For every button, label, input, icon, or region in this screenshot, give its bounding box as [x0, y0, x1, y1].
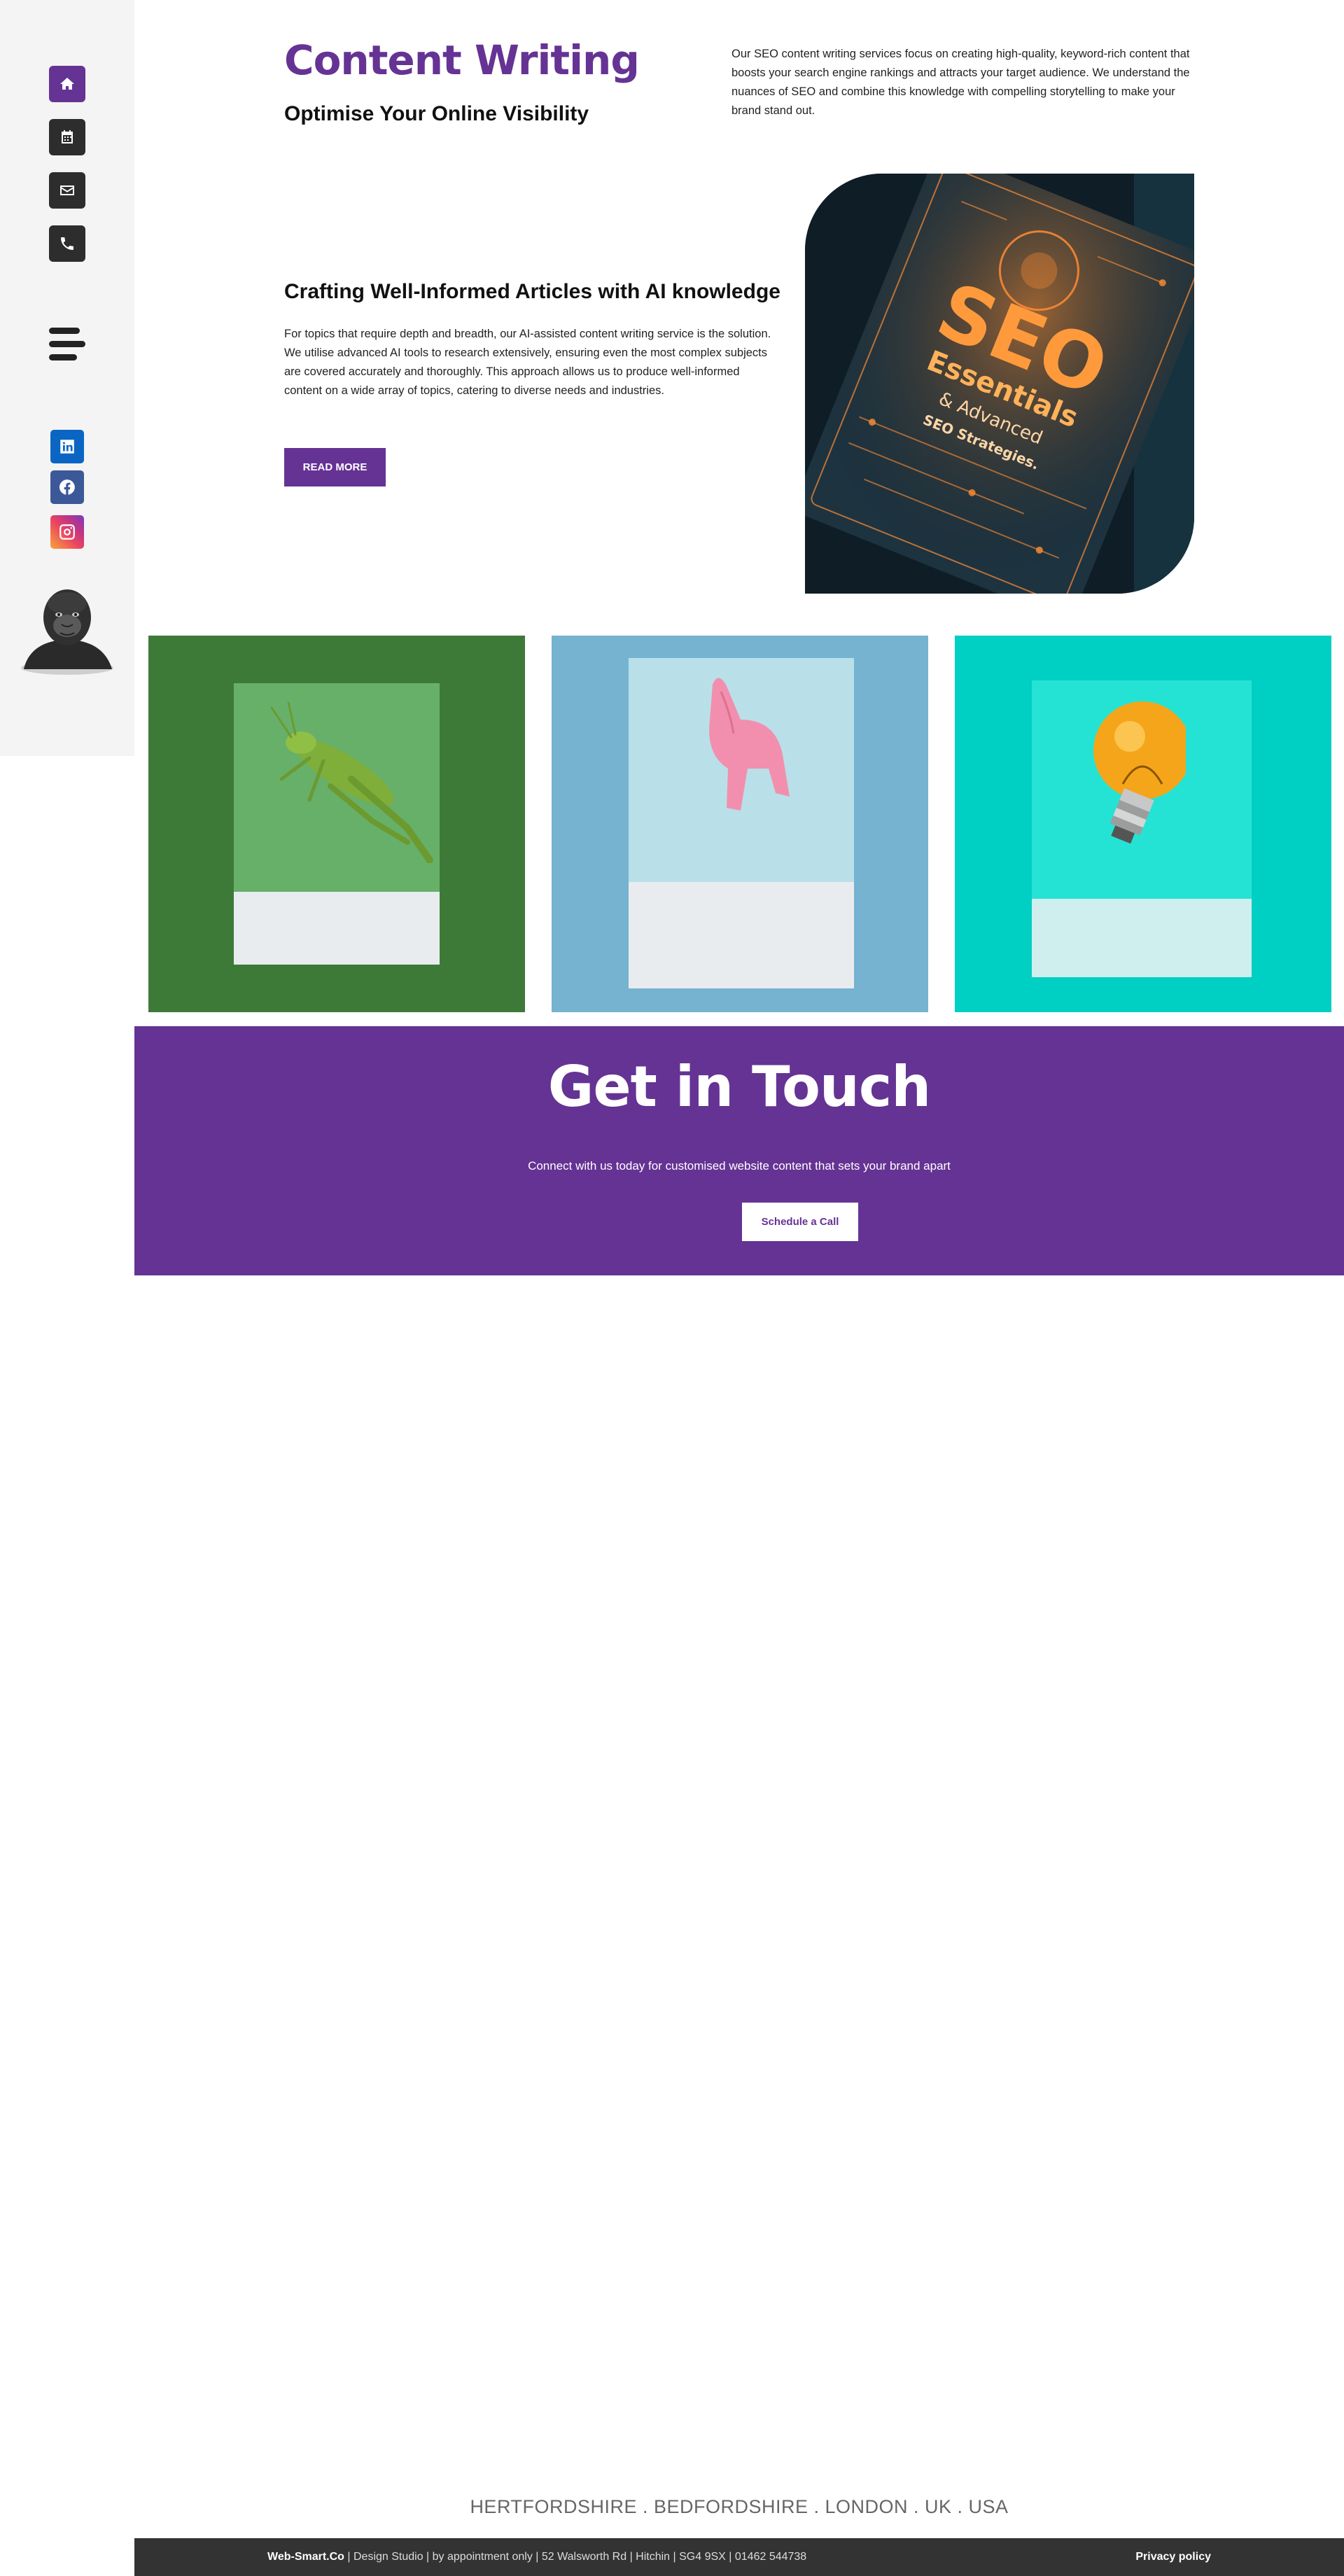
- page-title: Content Writing: [284, 36, 640, 84]
- article-heading: Crafting Well-Informed Articles with AI …: [284, 280, 780, 303]
- linkedin-icon: [60, 440, 74, 454]
- seo-book-illustration: SEO Essentials & Advanced SEO Strategies…: [805, 174, 1194, 594]
- gorilla-icon: [21, 589, 113, 675]
- facebook-icon: [59, 479, 75, 495]
- calendar-icon: [62, 130, 73, 144]
- gallery-tile-light-bulb: [955, 636, 1331, 1012]
- grasshopper-illustration: [270, 702, 433, 863]
- facebook-link[interactable]: [50, 470, 84, 504]
- hamburger-icon[interactable]: [49, 328, 85, 361]
- envelope-icon: [60, 186, 74, 195]
- gallery-tile-grasshopper: [148, 636, 525, 1012]
- intro-description: Our SEO content writing services focus o…: [732, 48, 1190, 117]
- footer-brand[interactable]: Web-Smart.Co: [267, 2551, 344, 2563]
- locations-text: HERTFORDSHIRE . BEDFORDSHIRE . LONDON . …: [470, 2496, 1009, 2517]
- schedule-call-button[interactable]: Schedule a Call: [742, 1203, 858, 1241]
- footer-details: | Design Studio | by appointment only | …: [344, 2551, 807, 2563]
- home-icon: [60, 78, 74, 90]
- linkedin-link[interactable]: [50, 430, 84, 463]
- calendar-button[interactable]: [49, 119, 85, 155]
- pink-cat-illustration: [709, 678, 790, 811]
- phone-icon: [61, 237, 74, 250]
- light-bulb-illustration: [1093, 701, 1186, 844]
- page-subtitle: Optimise Your Online Visibility: [284, 102, 589, 125]
- gallery-tile-pink-cat: [552, 636, 928, 1012]
- contact-text: Connect with us today for customised web…: [528, 1159, 951, 1172]
- read-more-button[interactable]: READ MORE: [284, 448, 386, 486]
- seo-book-image: SEO Essentials & Advanced SEO Strategies…: [805, 174, 1194, 594]
- article-body: For topics that require depth and breadt…: [284, 328, 771, 397]
- instagram-link[interactable]: [50, 515, 84, 549]
- instagram-icon: [59, 524, 75, 540]
- privacy-policy-link[interactable]: Privacy policy: [1135, 2538, 1211, 2576]
- home-button[interactable]: [49, 66, 85, 102]
- sidebar: [0, 0, 134, 756]
- footer-info: Web-Smart.Co | Design Studio | by appoin…: [267, 2538, 806, 2576]
- contact-section: Get in Touch Connect with us today for c…: [134, 1026, 1344, 1275]
- footer: Web-Smart.Co | Design Studio | by appoin…: [134, 2538, 1344, 2576]
- phone-button[interactable]: [49, 225, 85, 262]
- contact-title: Get in Touch: [547, 1054, 931, 1119]
- email-button[interactable]: [49, 172, 85, 209]
